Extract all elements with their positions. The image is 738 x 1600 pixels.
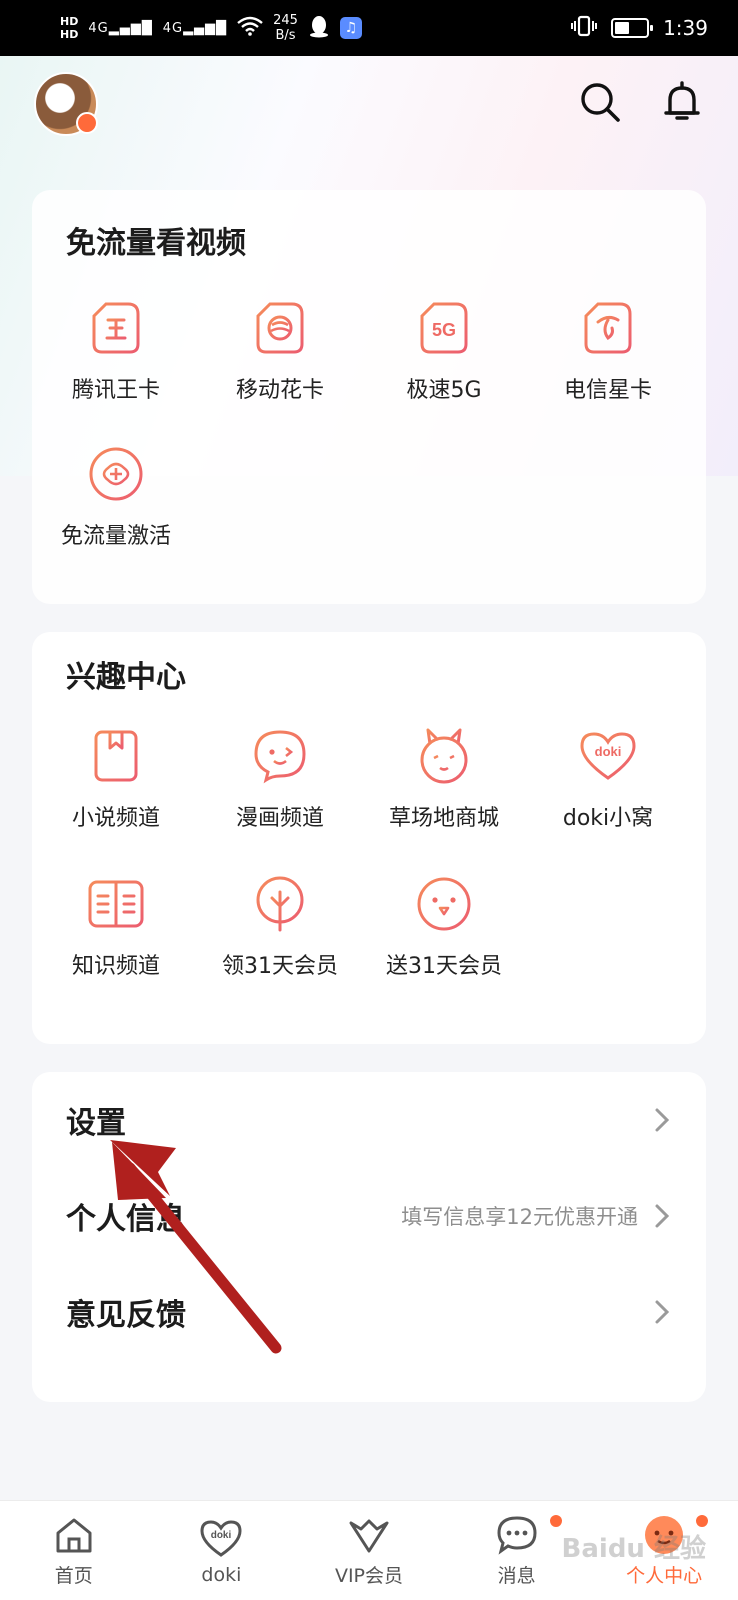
unread-dot — [695, 1515, 708, 1527]
feedback-label: 意见反馈 — [66, 1298, 186, 1333]
comic-face-icon — [254, 730, 306, 784]
grid-item-telecom-star-card[interactable]: 电信星卡 — [524, 298, 692, 404]
chevron-right-icon — [655, 1300, 670, 1324]
battery-icon — [611, 18, 654, 38]
grid-item-label: 领31天会员 — [222, 954, 338, 979]
feedback-row[interactable]: 意见反馈 — [32, 1264, 706, 1360]
svg-text:doki: doki — [211, 1530, 232, 1541]
home-icon — [56, 1518, 92, 1553]
clock: 1:39 — [663, 16, 708, 40]
grid-item-label: doki小窝 — [562, 806, 654, 831]
grid-item-knowledge[interactable]: 知识频道 — [32, 874, 200, 980]
grid-item-doki-home[interactable]: doki doki小窝 — [524, 726, 692, 832]
grid-item-gift-31-days[interactable]: 送31天会员 — [360, 874, 528, 980]
message-icon — [497, 1516, 537, 1555]
free-traffic-card: 免流量看视频 腾讯王卡 移动花卡 5G 极速5G 电信星卡 免流量激活 — [32, 190, 706, 604]
avatar-badge — [76, 112, 98, 134]
telecom-star-card-icon — [584, 302, 632, 354]
svg-text:5G: 5G — [432, 320, 456, 340]
chevron-right-icon — [655, 1108, 670, 1132]
grid-item-label: 草场地商城 — [388, 806, 499, 831]
wang-card-icon — [92, 302, 140, 354]
personal-info-row[interactable]: 个人信息 填写信息享12元优惠开通 — [32, 1168, 706, 1264]
tab-home[interactable]: 首页 — [0, 1501, 148, 1600]
5g-icon: 5G — [420, 302, 468, 354]
tab-label: VIP会员 — [334, 1565, 404, 1587]
music-app-icon: ♫ — [339, 17, 362, 39]
grid-item-comic[interactable]: 漫画频道 — [196, 726, 364, 832]
grid-item-label: 小说频道 — [71, 806, 160, 831]
gift-face-icon — [417, 877, 471, 931]
grid-item-claim-31-days[interactable]: 领31天会员 — [196, 874, 364, 980]
grid-item-label: 送31天会员 — [386, 954, 502, 979]
rabbit-mall-icon — [420, 728, 468, 784]
hd-indicator: HD HD — [60, 15, 79, 41]
tab-label: 消息 — [497, 1565, 536, 1587]
qq-icon — [308, 14, 330, 42]
grid-item-wang-card[interactable]: 腾讯王卡 — [32, 298, 200, 404]
grid-item-5g[interactable]: 5G 极速5G — [360, 298, 528, 404]
bell-icon[interactable] — [660, 80, 704, 124]
interest-center-title: 兴趣中心 — [66, 660, 186, 695]
grid-item-label: 知识频道 — [71, 954, 160, 979]
chevron-right-icon — [655, 1204, 670, 1228]
tab-label: doki — [201, 1563, 242, 1586]
unicom-activate-icon — [89, 447, 143, 501]
tree-icon — [256, 876, 304, 932]
grid-item-label: 腾讯王卡 — [71, 378, 160, 403]
tab-vip[interactable]: VIP会员 — [295, 1501, 443, 1600]
doki-heart-icon: doki — [580, 732, 636, 780]
novel-book-icon — [94, 730, 138, 782]
personal-info-label: 个人信息 — [66, 1202, 186, 1237]
vibrate-icon — [571, 15, 598, 42]
unread-dot — [550, 1515, 563, 1527]
status-bar: HD HD 4G▂▄▆█ 4G▂▄▆█ 245 B/s ♫ 1:39 — [0, 0, 738, 56]
grid-item-mobile-flower-card[interactable]: 移动花卡 — [196, 298, 364, 404]
grid-item-rabbit-mall[interactable]: 草场地商城 — [360, 726, 528, 832]
free-traffic-title: 免流量看视频 — [66, 226, 246, 261]
grid-item-label: 移动花卡 — [235, 378, 324, 403]
grid-item-label: 极速5G — [406, 378, 482, 403]
grid-item-label: 免流量激活 — [60, 524, 171, 549]
search-icon[interactable] — [578, 80, 622, 124]
vip-crown-icon — [349, 1519, 389, 1553]
knowledge-book-icon — [88, 880, 144, 928]
grid-item-label: 漫画频道 — [235, 806, 324, 831]
interest-center-card: 兴趣中心 小说频道 漫画频道 草场地商城 doki doki小窝 知识频道 领3… — [32, 632, 706, 1044]
doki-heart-icon: doki — [200, 1519, 242, 1557]
tab-label: 个人中心 — [626, 1565, 703, 1587]
tab-label: 首页 — [54, 1565, 93, 1587]
grid-item-label: 电信星卡 — [563, 378, 652, 403]
settings-row[interactable]: 设置 — [32, 1072, 706, 1168]
grid-item-unicom-activate[interactable]: 免流量激活 — [32, 444, 200, 550]
wifi-icon — [237, 16, 263, 40]
signal-1: 4G▂▄▆█ — [88, 20, 153, 36]
personal-info-hint: 填写信息享12元优惠开通 — [401, 1205, 638, 1229]
settings-label: 设置 — [66, 1106, 126, 1141]
network-speed: 245 B/s — [273, 13, 298, 43]
svg-text:doki: doki — [595, 744, 622, 759]
settings-list-card: 设置 个人信息 填写信息享12元优惠开通 意见反馈 — [32, 1072, 706, 1402]
grid-item-novel[interactable]: 小说频道 — [32, 726, 200, 832]
mobile-flower-card-icon — [256, 302, 304, 354]
tab-doki[interactable]: doki doki — [148, 1501, 296, 1600]
watermark: Baidu 经验 — [561, 1534, 706, 1564]
signal-2: 4G▂▄▆█ — [162, 20, 228, 36]
